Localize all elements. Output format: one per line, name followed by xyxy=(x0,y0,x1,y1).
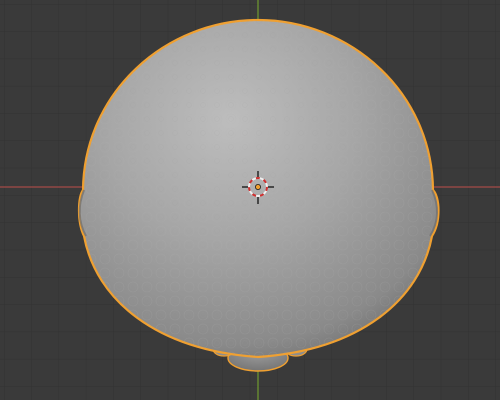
3d-viewport[interactable] xyxy=(0,0,500,400)
object-origin-icon xyxy=(254,183,261,190)
viewport-canvas[interactable] xyxy=(0,0,500,400)
